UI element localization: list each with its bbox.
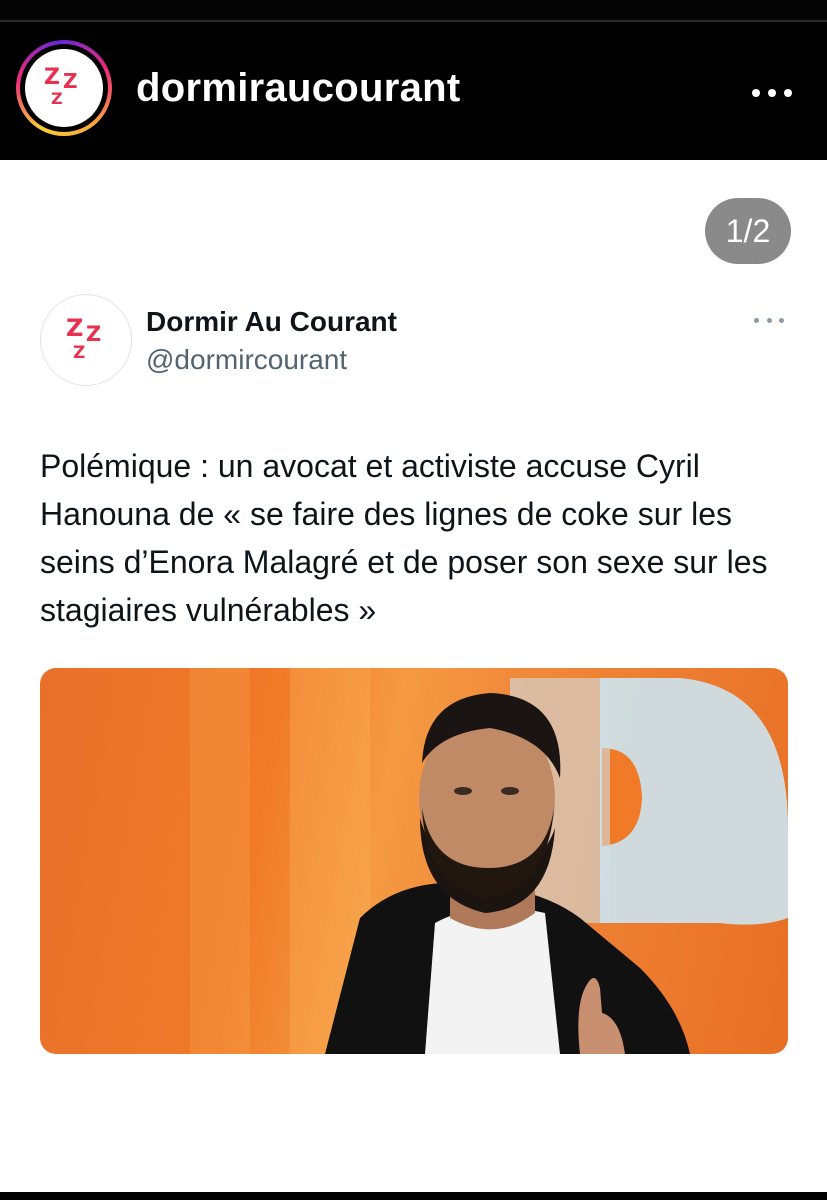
username[interactable]: dormiraucourant xyxy=(136,66,461,111)
svg-text:Z: Z xyxy=(51,89,63,108)
status-strip xyxy=(0,0,827,20)
carousel-counter: 1/2 xyxy=(705,198,791,264)
tweet-text: Polémique : un avocat et activiste accus… xyxy=(40,448,768,628)
zzz-logo-icon: Z Z Z xyxy=(25,49,103,127)
svg-text:Z: Z xyxy=(63,69,78,93)
svg-text:Z: Z xyxy=(73,343,85,363)
bottom-strip xyxy=(0,1192,827,1200)
story-avatar[interactable]: Z Z Z xyxy=(16,40,112,136)
more-horizontal-icon xyxy=(754,318,784,324)
post-header: Z Z Z dormiraucourant xyxy=(0,22,827,160)
post-content: 1/2 Z Z Z Dormir Au Courant @dormircoura… xyxy=(0,160,827,1192)
more-horizontal-icon[interactable] xyxy=(752,88,792,98)
tweet-display-name: Dormir Au Courant xyxy=(146,306,397,337)
tweet-handle: @dormircourant xyxy=(146,344,348,375)
svg-text:Z: Z xyxy=(44,65,60,90)
svg-text:Z: Z xyxy=(66,314,83,342)
tweet-avatar: Z Z Z xyxy=(40,294,132,386)
svg-text:Z: Z xyxy=(86,322,101,346)
tweet-image xyxy=(40,668,788,1054)
zzz-logo-icon: Z Z Z xyxy=(66,314,101,363)
